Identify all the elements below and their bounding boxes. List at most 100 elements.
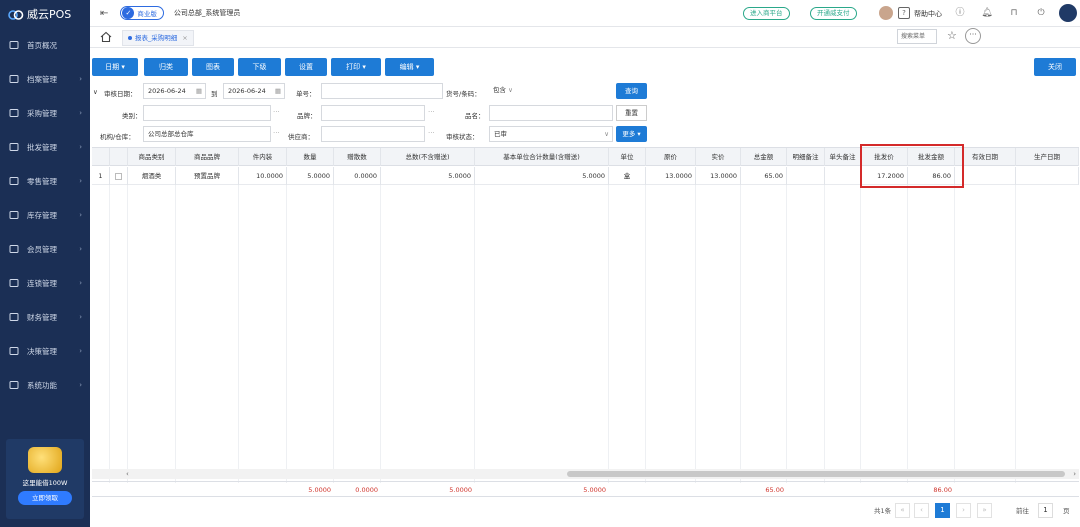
brand-input[interactable] [321,105,425,121]
scrollbar-thumb[interactable] [567,471,1065,477]
cloud-avatar-icon[interactable] [1059,4,1077,22]
org-picker-icon[interactable]: ··· [273,129,280,137]
date-to-input[interactable]: 2026-06-24 ▦ [223,83,285,99]
promo-card[interactable]: 这里能借100W 立即领取 [6,439,84,519]
home-icon[interactable] [100,31,112,43]
chevron-down-icon[interactable]: ∨ [93,88,98,96]
category-picker-icon[interactable]: ··· [273,108,280,116]
status-label: 审核状态： [446,133,479,141]
sidebar-item-0[interactable]: 首页概况 [0,28,90,62]
column-header[interactable]: 明细备注 [787,148,825,166]
total-gift: 0.0000 [355,486,378,494]
sidebar-item-4[interactable]: 零售管理 › [0,164,90,198]
data-table: 商品类别 商品品牌 件内装 数量 赠散数 总数(不含赠送) 基本单位合计数量(含赠送) 单位原… [92,147,1079,483]
promo-claim-button[interactable]: 立即领取 [18,491,72,505]
status-select[interactable]: 已审 ∨ [489,126,613,142]
promo-text: 这里能借100W [22,479,68,487]
open-pay-button[interactable]: 开通威支付 [810,7,857,20]
category-input[interactable] [143,105,271,121]
scroll-left-icon[interactable]: ‹ [126,469,129,479]
date-from-input[interactable]: 2026-06-24 ▦ [143,83,206,99]
cell-real-price: 13.0000 [696,167,741,185]
goto-page-input[interactable]: 1 [1038,503,1053,518]
column-header[interactable]: 数量 [287,148,334,166]
sidebar-item-1[interactable]: 档案管理 › [0,62,90,96]
finance-icon [9,312,19,322]
app-window: 威云POS 首页概况 档案管理 › 采购管理 › 批发管理 › 零售管理 › 库存管理 › 会员管理 ›… [0,0,1080,527]
column-header[interactable]: 单头备注 [825,148,861,166]
classify-button[interactable]: 归类 [144,58,188,76]
edition-badge[interactable]: ✓ 商业版 [120,6,164,20]
code-mode-select[interactable]: 包含 ∨ [489,83,613,99]
query-button[interactable]: 查询 [616,83,647,99]
column-header[interactable]: 单位 [609,148,646,166]
help-icon[interactable]: ? [898,7,910,19]
first-page-icon[interactable]: « [895,503,910,518]
column-header[interactable]: 商品类别 [128,148,176,166]
tab-purchase-detail[interactable]: 报表_采购明细 × [122,30,194,46]
grid-line [695,185,696,483]
scroll-right-icon[interactable]: › [1073,469,1076,479]
enter-platform-button[interactable]: 进入商平台 [743,7,790,20]
order-no-input[interactable] [321,83,443,99]
chart-button[interactable]: 图表 [192,58,234,76]
reset-button[interactable]: 重置 [616,105,647,121]
column-header[interactable]: 总数(不含赠送) [381,148,475,166]
column-header[interactable]: 有效日期 [955,148,1016,166]
settings-button[interactable]: 设置 [285,58,327,76]
brand-picker-icon[interactable]: ··· [428,108,435,116]
menu-search-input[interactable]: 搜索菜单 [897,29,937,44]
supplier-picker-icon[interactable]: ··· [428,129,435,137]
sidebar-item-2[interactable]: 采购管理 › [0,96,90,130]
org-input[interactable]: 公司总部总仓库 [143,126,271,142]
close-icon[interactable]: × [182,34,187,42]
column-header[interactable]: 原价 [646,148,696,166]
column-header[interactable]: 总金额 [741,148,787,166]
sidebar-item-5[interactable]: 库存管理 › [0,198,90,232]
name-input[interactable] [489,105,613,121]
bell-icon[interactable]: 🔔︎ [981,7,993,19]
prev-page-icon[interactable]: ‹ [914,503,929,518]
collapse-menu-icon[interactable]: ⇤ [100,8,108,19]
user-avatar[interactable] [879,6,893,20]
column-header[interactable]: 实价 [696,148,741,166]
date-button[interactable]: 日期 ▾ [92,58,138,76]
info-icon[interactable]: ⓘ [954,7,966,19]
power-icon[interactable]: ⏻ [1035,7,1047,19]
sidebar-item-3[interactable]: 批发管理 › [0,130,90,164]
sidebar-item-10[interactable]: 系统功能 › [0,368,90,402]
close-button[interactable]: 关闭 [1034,58,1076,76]
row-index: 1 [92,167,110,185]
cell-category: 烟酒类 [128,167,176,185]
next-page-icon[interactable]: › [956,503,971,518]
column-header[interactable]: 基本单位合计数量(含赠送) [475,148,609,166]
edition-label: 商业版 [137,10,157,18]
star-icon[interactable]: ☆ [947,29,957,42]
column-header[interactable]: 赠散数 [334,148,381,166]
sidebar-item-8[interactable]: 财务管理 › [0,300,90,334]
subordinate-button[interactable]: 下级 [238,58,281,76]
supplier-input[interactable] [321,126,425,142]
edit-button-label: 编辑 [399,63,414,71]
sidebar-item-6[interactable]: 会员管理 › [0,232,90,266]
more-icon[interactable]: ··· [965,28,981,44]
help-center-link[interactable]: 帮助中心 [914,9,942,19]
horizontal-scrollbar[interactable]: ‹ › [92,469,1079,479]
active-dot-icon [128,36,132,40]
column-header[interactable]: 生产日期 [1016,148,1079,166]
print-button[interactable]: 打印 ▾ [331,58,381,76]
last-page-icon[interactable]: » [977,503,992,518]
page-1-button[interactable]: 1 [935,503,950,518]
column-header[interactable]: 商品品牌 [176,148,239,166]
cart-icon [9,108,19,118]
more-filters-button[interactable]: 更多 ▾ [616,126,647,142]
app-logo[interactable]: 威云POS [0,0,90,28]
lock-icon[interactable]: ⊓ [1008,7,1020,19]
row-checkbox[interactable] [110,167,128,185]
edit-button[interactable]: 编辑 ▾ [385,58,434,76]
column-header[interactable]: 件内装 [239,148,287,166]
header-checkbox[interactable] [110,148,128,166]
sidebar-item-7[interactable]: 连锁管理 › [0,266,90,300]
sidebar-item-9[interactable]: 决策管理 › [0,334,90,368]
checkbox-icon[interactable] [115,172,122,180]
